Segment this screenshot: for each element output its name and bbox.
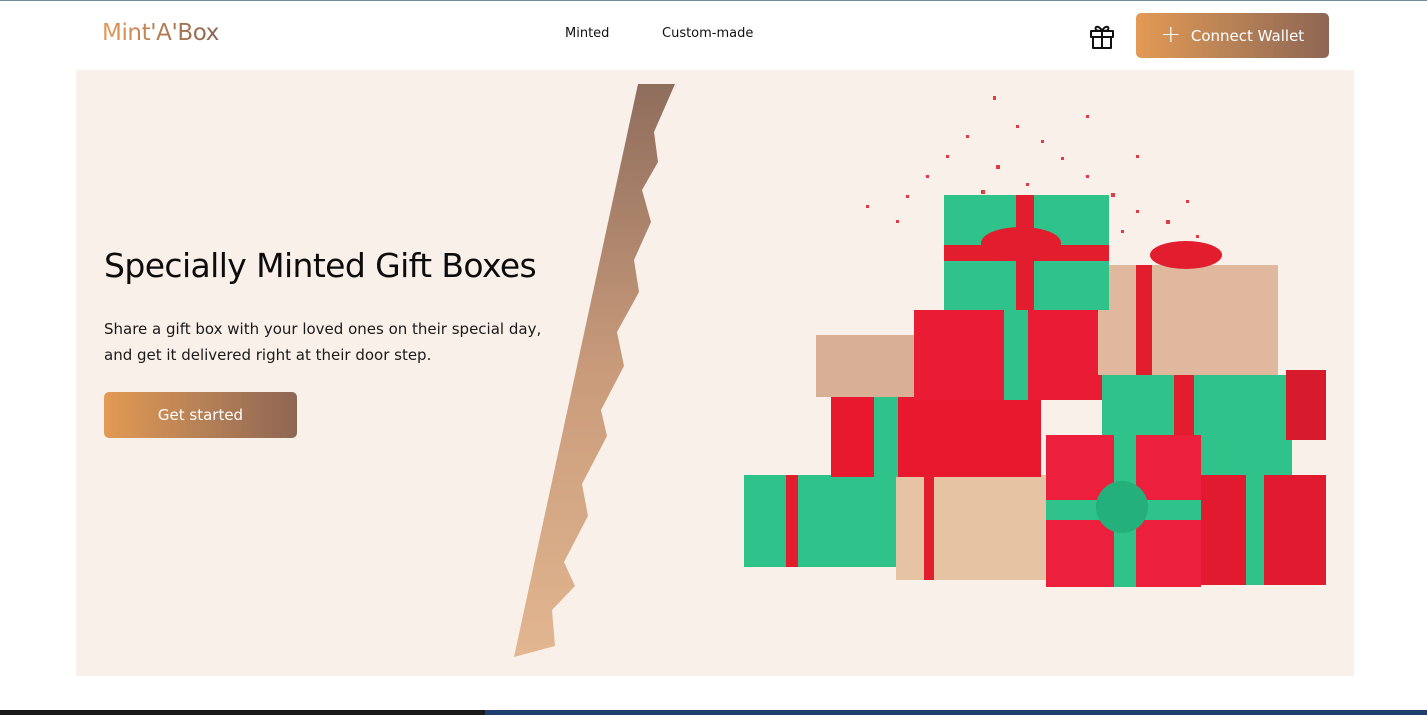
nav-link-minted[interactable]: Minted [565,26,609,41]
logo[interactable]: Mint'A'Box [102,20,219,46]
gift-boxes-illustration [744,96,1326,587]
hero-description: Share a gift box with your loved ones on… [104,320,542,364]
connect-wallet-button[interactable]: + Connect Wallet [1136,13,1329,58]
gift-icon[interactable] [1087,21,1117,51]
hero-banner: Specially Minted Gift Boxes Share a gift… [76,70,1354,676]
plus-icon: + [1160,20,1181,48]
site-header: Mint'A'Box Minted Custom-made + Connect … [0,1,1427,70]
nav-link-custom-made[interactable]: Custom-made [662,26,753,41]
connect-wallet-label: Connect Wallet [1190,26,1305,45]
get-started-button[interactable]: Get started [104,392,297,438]
hero-title: Specially Minted Gift Boxes [104,246,537,285]
taskbar-strip [0,710,1427,715]
